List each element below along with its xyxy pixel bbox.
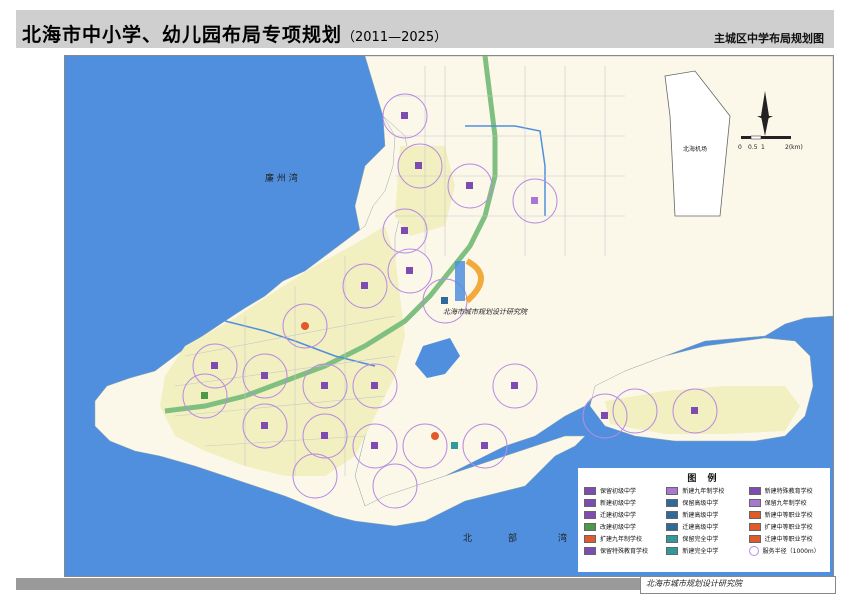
legend-item: 新建完全中学: [666, 546, 745, 555]
school-marker: [321, 432, 328, 439]
legend-label: 新建中等职业学校: [764, 512, 813, 519]
school-marker: [321, 382, 328, 389]
legend-label: 迁建中等职业学校: [764, 536, 813, 543]
legend-swatch: [666, 510, 679, 519]
legend-label: 保留初级中学: [600, 488, 637, 495]
legend-swatch: [584, 486, 596, 495]
legend-label: 保留高级中学: [682, 500, 719, 507]
school-marker: [301, 322, 309, 330]
legend-swatch: [748, 545, 759, 556]
scale-tick-3: 2(km): [785, 144, 803, 151]
school-marker: [201, 392, 208, 399]
bay-south-label-3: 湾: [558, 532, 567, 544]
legend-label: 保留完全中学: [682, 536, 719, 543]
legend-swatch: [584, 534, 596, 543]
legend-label: 扩建九年制学校: [600, 536, 643, 543]
legend-swatch: [666, 546, 679, 555]
title-main: 北海市中小学、幼儿园布局专项规划: [22, 24, 343, 46]
school-marker: [371, 382, 378, 389]
school-marker: [261, 422, 268, 429]
school-marker: [401, 227, 408, 234]
legend-swatch: [748, 498, 761, 507]
title-years: （2011—2025）: [342, 30, 448, 45]
legend-label: 新建九年制学校: [682, 488, 725, 495]
legend-label: 迁建高级中学: [682, 524, 719, 531]
school-marker: [371, 442, 378, 449]
legend-label: 新建特殊教育学校: [764, 488, 813, 495]
legend-swatch: [584, 510, 596, 519]
legend-item: 保留初级中学: [584, 486, 663, 495]
school-marker: [531, 197, 538, 204]
school-marker: [511, 382, 518, 389]
legend-swatch: [748, 510, 761, 519]
school-marker: [261, 372, 268, 379]
legend-item: 新建高级中学: [666, 510, 745, 519]
legend-item: 新建九年制学校: [666, 486, 745, 495]
legend-swatch: [748, 534, 761, 543]
school-marker: [451, 442, 458, 449]
legend-label: 保留九年制学校: [764, 500, 807, 507]
legend-label: 服务半径（1000m）: [762, 548, 820, 555]
school-marker: [691, 407, 698, 414]
legend: 图 例 保留初级中学 新建九年制学校 新建特殊教育学校新建初级中学 保留高级中学 保留九…: [578, 468, 830, 572]
legend-swatch: [748, 522, 761, 531]
legend-item: 保留特殊教育学校: [584, 546, 663, 555]
scale-tick-0: 0: [738, 144, 742, 151]
school-marker: [361, 282, 368, 289]
legend-item: 服务半径（1000m）: [748, 545, 828, 556]
school-marker: [481, 442, 488, 449]
legend-title: 图 例: [687, 474, 721, 484]
school-marker: [415, 162, 422, 169]
legend-swatch: [584, 522, 596, 531]
legend-swatch: [666, 486, 679, 495]
legend-label: 新建高级中学: [682, 512, 719, 519]
map-subtitle: 主城区中学布局规划图: [714, 32, 824, 45]
school-marker: [441, 297, 448, 304]
legend-label: 新建完全中学: [682, 548, 719, 555]
bay-west-label: 廉 州 湾: [265, 172, 298, 184]
legend-item: 扩建九年制学校: [584, 534, 663, 543]
legend-grid: 保留初级中学 新建九年制学校 新建特殊教育学校新建初级中学 保留高级中学 保留九年制学校…: [584, 486, 828, 556]
scale-tick-1: 0.5: [748, 144, 758, 151]
bay-south-label-1: 北: [463, 533, 472, 544]
legend-item: 保留高级中学: [666, 498, 745, 507]
page-title: 北海市中小学、幼儿园布局专项规划（2011—2025）: [22, 20, 447, 47]
legend-item: 迁建中等职业学校: [748, 534, 828, 543]
scale-tick-2: 1: [761, 144, 765, 151]
legend-item: 保留九年制学校: [748, 498, 828, 507]
legend-swatch: [748, 486, 761, 495]
school-marker: [211, 362, 218, 369]
school-marker: [466, 182, 473, 189]
school-marker: [601, 412, 608, 419]
legend-swatch: [584, 546, 596, 555]
legend-swatch: [666, 522, 679, 531]
school-marker: [431, 432, 439, 440]
legend-label: 新建初级中学: [600, 500, 637, 507]
airport-label: 北海机场: [683, 145, 707, 153]
legend-item: 新建中等职业学校: [748, 510, 828, 519]
legend-swatch: [666, 498, 679, 507]
legend-item: 新建初级中学: [584, 498, 663, 507]
legend-label: 改建初级中学: [600, 524, 637, 531]
watermark-text: 北海市城市规划设计研究院: [443, 308, 528, 316]
watermark-logo-block: [455, 261, 465, 301]
footer-logo: 北海市城市规划设计研究院: [646, 579, 742, 588]
school-marker: [401, 112, 408, 119]
legend-label: 迁建初级中学: [600, 512, 637, 519]
school-marker: [406, 267, 413, 274]
legend-item: 扩建中等职业学校: [748, 522, 828, 531]
legend-swatch: [666, 534, 679, 543]
legend-item: 改建初级中学: [584, 522, 663, 531]
legend-item: 迁建高级中学: [666, 522, 745, 531]
legend-swatch: [584, 498, 596, 507]
legend-item: 保留完全中学: [666, 534, 745, 543]
legend-label: 扩建中等职业学校: [764, 524, 813, 531]
legend-item: 迁建初级中学: [584, 510, 663, 519]
legend-item: 新建特殊教育学校: [748, 486, 828, 495]
bay-south-label-2: 部: [508, 532, 517, 544]
legend-label: 保留特殊教育学校: [600, 548, 649, 555]
